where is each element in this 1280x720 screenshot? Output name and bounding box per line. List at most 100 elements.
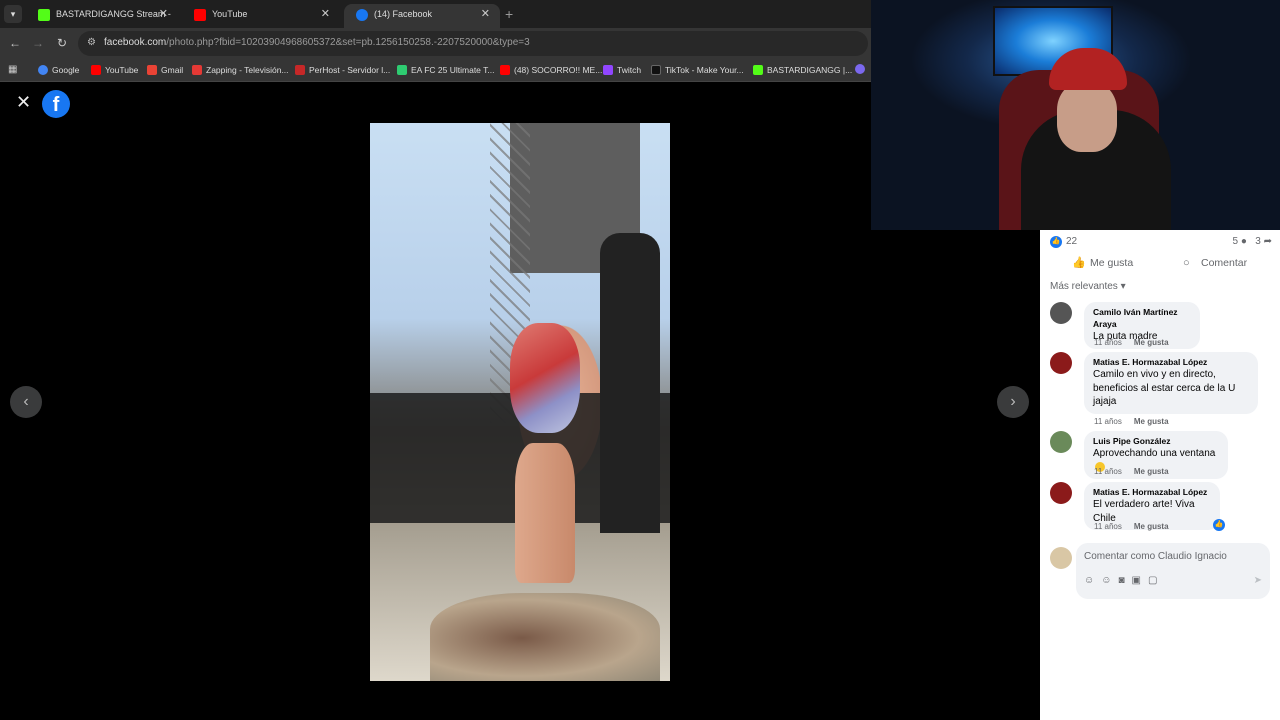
bookmark-label: BASTARDIGANGG |... — [767, 65, 853, 75]
bookmark[interactable]: PerHost - Servidor l... — [295, 64, 390, 78]
facebook-icon — [356, 9, 368, 21]
tab-facebook[interactable]: (14) Facebook ✕ — [344, 4, 500, 28]
reaction-summary[interactable]: 👍 22 5 ● 3 ➦ — [1050, 236, 1272, 250]
comment-author[interactable]: Camilo Iván Martínez Araya — [1093, 306, 1191, 330]
new-tab-button[interactable]: + — [505, 6, 513, 22]
close-icon[interactable]: ✕ — [321, 4, 330, 24]
bookmark[interactable]: (48) SOCORRO!! ME... — [500, 64, 602, 78]
photo-bodypaint-shape — [510, 323, 580, 433]
comment-age[interactable]: 11 años — [1094, 522, 1122, 531]
avatar[interactable] — [1050, 547, 1072, 569]
comment-author[interactable]: Luis Pipe González — [1093, 435, 1219, 447]
like-reaction-icon[interactable]: 👍 — [1213, 519, 1225, 531]
webcam-overlay — [871, 0, 1280, 230]
bookmark-label: Google — [52, 65, 80, 75]
comment-item: Camilo Iván Martínez Araya La puta madre… — [1050, 302, 1272, 350]
bookmarks-bar: ▦ Google YouTube Gmail Zapping - Televis… — [0, 58, 871, 82]
comment-button[interactable]: ○ Comentar — [1183, 257, 1247, 269]
gif-icon[interactable]: ▣ — [1131, 575, 1147, 586]
tab-stream[interactable]: BASTARDIGANGG Stream - Wa ✕ — [26, 4, 178, 39]
comment-like-button[interactable]: Me gusta — [1134, 467, 1169, 476]
forward-button[interactable]: → — [30, 35, 46, 51]
facebook-logo[interactable]: f — [42, 90, 70, 118]
photo-legs-shape — [515, 443, 575, 583]
comment-meta: 11 años Me gusta — [1094, 417, 1169, 426]
address-bar: ← → ↻ ⚙ facebook.com/photo.php?fbid=1020… — [0, 28, 871, 58]
sort-dropdown[interactable]: Más relevantes ▾ — [1050, 281, 1126, 292]
bookmark[interactable]: TikTok - Make Your... — [651, 64, 744, 78]
tab-title: YouTube — [212, 9, 248, 19]
ea-icon — [397, 65, 407, 75]
avatar[interactable] — [1050, 302, 1072, 324]
comment-composer[interactable]: Comentar como Claudio Ignacio ☺☺◙▣▢ ➤ — [1076, 543, 1270, 599]
bookmark-label: Twitch — [617, 65, 642, 75]
avatar[interactable] — [1050, 482, 1072, 504]
comment-like-button[interactable]: Me gusta — [1134, 338, 1169, 347]
tab-title: (14) Facebook — [374, 9, 433, 19]
bookmark-label: TikTok - Make Your... — [665, 65, 744, 75]
bookmark[interactable]: Google — [38, 64, 79, 78]
zapping-icon — [192, 65, 202, 75]
comment-like-button[interactable]: Me gusta — [1134, 522, 1169, 531]
tiktok-icon — [651, 65, 661, 75]
url-text[interactable]: facebook.com/photo.php?fbid=102039049686… — [104, 37, 530, 48]
tab-youtube[interactable]: YouTube ✕ — [182, 4, 340, 28]
comment-text: Camilo en vivo y en directo, beneficios … — [1093, 369, 1236, 407]
site-info-icon[interactable]: ⚙ — [87, 37, 99, 49]
comment-author[interactable]: Matias E. Hormazabal López — [1093, 356, 1249, 368]
bookmark[interactable]: BASTARDIGANGG |... — [753, 64, 852, 78]
comment-share-counts[interactable]: 5 ● 3 ➦ — [1233, 236, 1272, 247]
caret-down-icon: ▾ — [1120, 281, 1126, 292]
bookmark[interactable]: EA FC 25 Ultimate T... — [397, 64, 494, 78]
bookmark[interactable]: Twitch — [603, 64, 641, 78]
camera-icon[interactable]: ◙ — [1118, 575, 1131, 586]
send-icon[interactable]: ➤ — [1254, 575, 1262, 586]
sticker-icon[interactable]: ▢ — [1148, 575, 1164, 586]
kick-icon — [753, 65, 763, 75]
tab-bar: ▾ BASTARDIGANGG Stream - Wa ✕ YouTube ✕ … — [0, 0, 871, 39]
avatar[interactable] — [1050, 352, 1072, 374]
bookmark-label: Gmail — [161, 65, 184, 75]
comment-count: 5 — [1232, 236, 1239, 247]
comment-meta: 11 años Me gusta — [1094, 522, 1169, 531]
back-button[interactable]: ← — [7, 35, 23, 51]
comment-author[interactable]: Matias E. Hormazabal López — [1093, 486, 1211, 498]
perhost-icon — [295, 65, 305, 75]
tab-search-button[interactable]: ▾ — [4, 5, 22, 23]
close-icon[interactable]: ✕ — [16, 93, 32, 111]
apps-grid-icon[interactable]: ▦ — [8, 64, 20, 76]
like-label: Me gusta — [1090, 257, 1134, 269]
close-icon[interactable]: ✕ — [159, 4, 168, 24]
bookmark-overflow[interactable] — [855, 64, 865, 78]
emoji-icon[interactable]: ☺ — [1101, 575, 1118, 586]
avatar[interactable] — [1050, 431, 1072, 453]
photo — [370, 123, 670, 681]
url-input[interactable]: ⚙ facebook.com/photo.php?fbid=1020390496… — [78, 31, 868, 56]
webcam-face-shape — [1057, 82, 1117, 152]
bookmark[interactable]: YouTube — [91, 64, 138, 78]
bookmark[interactable]: Zapping - Televisión... — [192, 64, 289, 78]
youtube-icon — [91, 65, 101, 75]
reload-button[interactable]: ↻ — [54, 35, 70, 51]
comment-age[interactable]: 11 años — [1094, 417, 1122, 426]
comment-text: Aprovechando una ventana — [1093, 448, 1216, 459]
globe-icon — [855, 64, 865, 74]
comment-bubble-icon: ○ — [1183, 257, 1190, 269]
comment-age[interactable]: 11 años — [1094, 338, 1122, 347]
reaction-count: 22 — [1066, 236, 1078, 247]
previous-photo-button[interactable]: ‹ — [10, 386, 42, 418]
comment-like-button[interactable]: Me gusta — [1134, 417, 1169, 426]
like-button[interactable]: 👍 Me gusta — [1072, 257, 1133, 269]
comment-age[interactable]: 11 años — [1094, 467, 1122, 476]
avatar-sticker-icon[interactable]: ☺ — [1084, 575, 1101, 586]
next-photo-button[interactable]: › — [997, 386, 1029, 418]
photo-person-shape — [600, 233, 660, 533]
sort-label: Más relevantes — [1050, 281, 1118, 292]
youtube-icon — [194, 9, 206, 21]
kick-icon — [38, 9, 50, 21]
youtube-icon — [500, 65, 510, 75]
close-icon[interactable]: ✕ — [481, 4, 490, 24]
comment-input[interactable]: Comentar como Claudio Ignacio — [1084, 551, 1227, 562]
bookmark[interactable]: Gmail — [147, 64, 183, 78]
share-count: 3 — [1255, 236, 1261, 247]
